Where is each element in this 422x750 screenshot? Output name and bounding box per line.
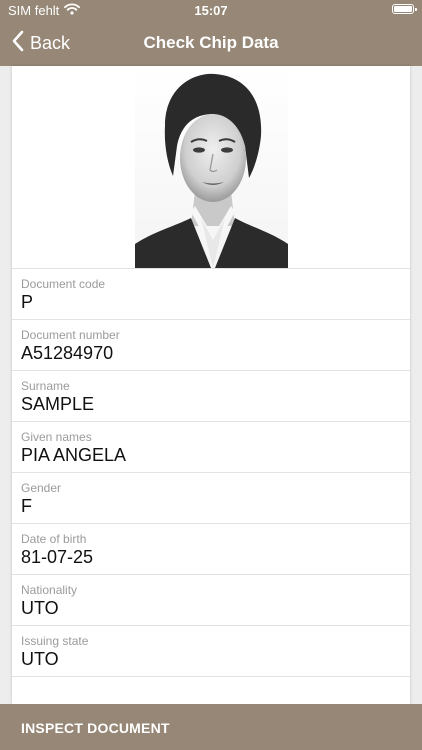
field-value: PIA ANGELA — [21, 445, 127, 465]
field-gender: Gender F — [12, 473, 410, 524]
field-value: A51284970 — [21, 343, 114, 363]
field-value: 81-07-25 — [21, 547, 94, 567]
field-label: Nationality — [21, 583, 78, 597]
field-label: Issuing state — [21, 634, 89, 648]
status-time: 15:07 — [194, 3, 228, 18]
chip-data-card: Document code P Document number A5128497… — [12, 66, 410, 704]
inspect-document-button[interactable]: INSPECT DOCUMENT — [21, 720, 170, 736]
photo-section — [12, 66, 410, 269]
portrait-photo — [135, 66, 288, 268]
field-issuing-state: Issuing state UTO — [12, 626, 410, 677]
page-title: Check Chip Data — [143, 33, 279, 52]
field-document-code: Document code P — [12, 269, 410, 320]
field-document-number: Document number A51284970 — [12, 320, 410, 371]
footer-bar: INSPECT DOCUMENT — [0, 704, 422, 750]
field-value: P — [21, 292, 34, 312]
header: SIM fehlt 15:07 Back Check Chip Data — [0, 0, 422, 66]
field-value: UTO — [21, 649, 59, 669]
field-label: Gender — [21, 481, 62, 495]
status-bar: SIM fehlt 15:07 — [0, 0, 422, 22]
field-value: SAMPLE — [21, 394, 95, 414]
battery-icon — [392, 4, 417, 14]
field-given-names: Given names PIA ANGELA — [12, 422, 410, 473]
field-date-of-birth: Date of birth 81-07-25 — [12, 524, 410, 575]
field-label: Document number — [21, 328, 120, 342]
field-value: UTO — [21, 598, 59, 618]
field-label: Document code — [21, 277, 106, 291]
field-label: Date of birth — [21, 532, 87, 546]
field-label: Surname — [21, 379, 70, 393]
field-value: F — [21, 496, 32, 516]
field-nationality: Nationality UTO — [12, 575, 410, 626]
field-label: Given names — [21, 430, 92, 444]
navigation-bar: Back Check Chip Data — [0, 22, 422, 66]
field-surname: Surname SAMPLE — [12, 371, 410, 422]
